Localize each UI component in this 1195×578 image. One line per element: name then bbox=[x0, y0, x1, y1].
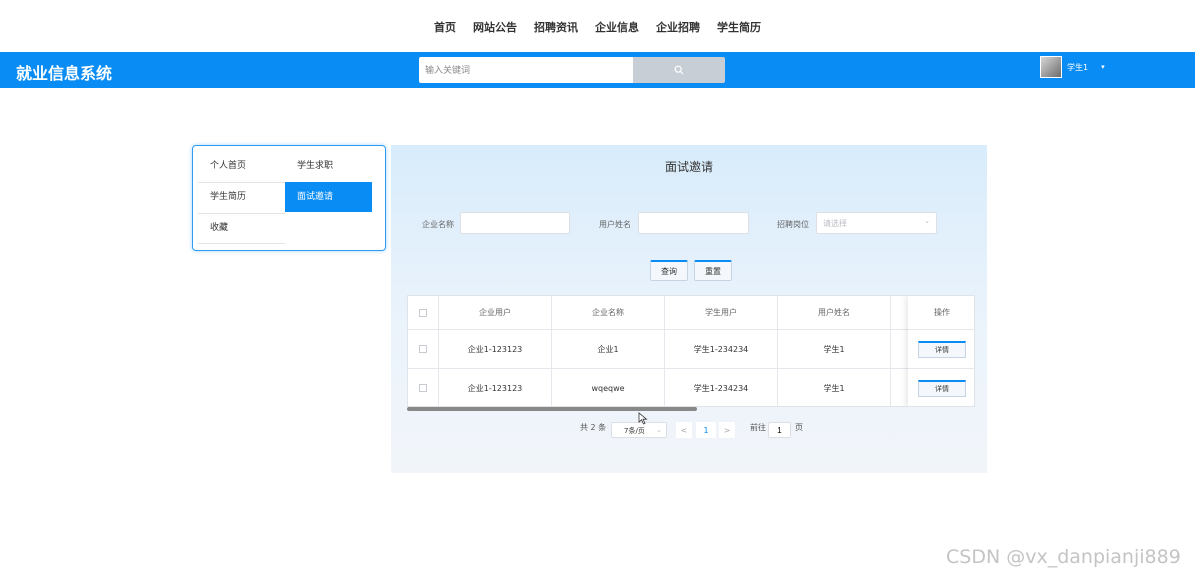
page-number-current[interactable]: 1 bbox=[696, 422, 716, 438]
query-button[interactable]: 查询 bbox=[650, 260, 688, 281]
table-cell: 企业1-123123 bbox=[439, 369, 552, 406]
prev-page-button[interactable]: < bbox=[676, 422, 692, 438]
chevron-down-icon: ⌄ bbox=[924, 217, 930, 225]
nav-company-jobs[interactable]: 企业招聘 bbox=[656, 19, 700, 35]
column-header: 学生用户 bbox=[665, 296, 778, 330]
sidebar-item-job-seeking[interactable]: 学生求职 bbox=[285, 151, 372, 181]
sidebar-item-resume[interactable]: 学生简历 bbox=[198, 182, 285, 212]
sidebar: 个人首页 学生求职 学生简历 面试邀请 收藏 bbox=[192, 145, 386, 251]
main-panel: 面试邀请 企业名称 用户姓名 招聘岗位 请选择 ⌄ 查询 重置 企业用户 企业名… bbox=[391, 145, 987, 473]
row-select-cell bbox=[408, 330, 439, 369]
page-suffix: 页 bbox=[795, 423, 803, 432]
detail-button[interactable]: 详情 bbox=[918, 340, 966, 358]
column-header: 操作 bbox=[908, 296, 974, 330]
sidebar-item-interview-invites[interactable]: 面试邀请 bbox=[285, 182, 372, 212]
nav-announcements[interactable]: 网站公告 bbox=[473, 19, 517, 35]
position-select[interactable]: 请选择 ⌄ bbox=[816, 212, 937, 234]
mouse-cursor-icon bbox=[638, 412, 648, 425]
nav-home[interactable]: 首页 bbox=[434, 19, 456, 35]
reset-button[interactable]: 重置 bbox=[694, 260, 732, 281]
detail-button[interactable]: 详情 bbox=[918, 379, 966, 397]
invite-table: 企业用户 企业名称 学生用户 用户姓名 企业1-123123 企业1 学生1-2… bbox=[407, 295, 975, 407]
row-checkbox[interactable] bbox=[419, 345, 427, 353]
select-all-checkbox[interactable] bbox=[419, 308, 427, 317]
search-button[interactable] bbox=[633, 57, 725, 83]
horizontal-scrollbar[interactable] bbox=[407, 407, 697, 411]
nav-student-resumes[interactable]: 学生简历 bbox=[717, 19, 761, 35]
row-checkbox[interactable] bbox=[419, 384, 427, 392]
watermark: CSDN @vx_danpianji889 bbox=[946, 546, 1181, 568]
action-cell: 详情 bbox=[908, 369, 974, 406]
divider bbox=[198, 243, 285, 244]
avatar bbox=[1040, 56, 1062, 78]
action-cell: 详情 bbox=[908, 330, 974, 369]
goto-page-input[interactable] bbox=[768, 422, 791, 438]
user-name-input[interactable] bbox=[638, 212, 749, 234]
column-header: 企业用户 bbox=[439, 296, 552, 330]
column-header: 用户姓名 bbox=[778, 296, 891, 330]
user-name: 学生1 bbox=[1067, 62, 1089, 72]
action-column: 操作 详情 详情 bbox=[908, 296, 974, 406]
top-nav: 首页 网站公告 招聘资讯 企业信息 企业招聘 学生简历 bbox=[0, 0, 1195, 52]
sidebar-item-favorites[interactable]: 收藏 bbox=[198, 213, 285, 243]
sidebar-item-personal-home[interactable]: 个人首页 bbox=[198, 151, 285, 181]
position-label: 招聘岗位 bbox=[777, 220, 809, 229]
page-title: 面试邀请 bbox=[664, 160, 713, 174]
table-cell: 企业1 bbox=[552, 330, 665, 369]
search-icon bbox=[674, 65, 684, 75]
chevron-down-icon: ⌄ bbox=[656, 426, 662, 434]
header-bar: 就业信息系统 学生1 ▾ bbox=[0, 52, 1195, 88]
chevron-down-icon: ▾ bbox=[1101, 63, 1105, 71]
table-cell: wqeqwe bbox=[552, 369, 665, 406]
company-name-input[interactable] bbox=[460, 212, 570, 234]
company-name-label: 企业名称 bbox=[422, 220, 454, 229]
next-page-button[interactable]: > bbox=[719, 422, 735, 438]
search-input[interactable] bbox=[419, 57, 634, 83]
nav-company-info[interactable]: 企业信息 bbox=[595, 19, 639, 35]
table-cell: 学生1 bbox=[778, 330, 891, 369]
user-name-label: 用户姓名 bbox=[599, 220, 631, 229]
position-select-placeholder: 请选择 bbox=[823, 219, 847, 228]
table-cell: 学生1-234234 bbox=[665, 330, 778, 369]
pagination-total: 共 2 条 bbox=[580, 423, 607, 432]
table-cell: 学生1-234234 bbox=[665, 369, 778, 406]
page-size-value: 7条/页 bbox=[624, 427, 645, 435]
select-all-cell bbox=[408, 296, 439, 330]
user-menu[interactable]: 学生1 ▾ bbox=[1040, 56, 1105, 78]
goto-label: 前往 bbox=[750, 423, 766, 432]
table-cell: 学生1 bbox=[778, 369, 891, 406]
row-select-cell bbox=[408, 369, 439, 406]
brand-title: 就业信息系统 bbox=[16, 64, 113, 83]
table-cell: 企业1-123123 bbox=[439, 330, 552, 369]
nav-recruit-news[interactable]: 招聘资讯 bbox=[534, 19, 578, 35]
column-header: 企业名称 bbox=[552, 296, 665, 330]
